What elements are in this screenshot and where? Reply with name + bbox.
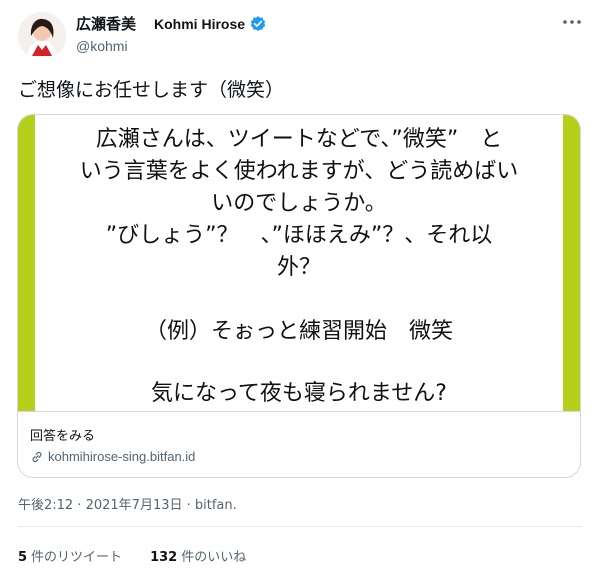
card-link[interactable]: kohmihirose-sing.bitfan.id	[30, 449, 195, 464]
avatar-icon	[18, 12, 66, 60]
author-handle[interactable]: @kohmi	[76, 38, 128, 54]
likes-count: 132	[150, 550, 178, 565]
card-image-line: いのでしょうか。	[211, 191, 387, 216]
divider	[18, 526, 582, 527]
author-name-jp[interactable]: 広瀬香美	[76, 13, 136, 34]
retweets-label: 件のリツイート	[31, 550, 123, 565]
author-name-row: 広瀬香美 Kohmi Hirose	[76, 13, 267, 34]
tweet-text: ご想像にお任せします（微笑）	[18, 79, 285, 101]
retweets-stat[interactable]: 5 件のリツイート	[18, 546, 122, 565]
link-icon	[32, 451, 42, 462]
card-image[interactable]: 広瀬さんは、ツイートなどで、”微笑” と いう言葉をよく使われますが、どう読めば…	[18, 115, 580, 411]
card-image-line: 広瀬さんは、ツイートなどで、”微笑” と	[95, 127, 503, 152]
card-image-line: 外？	[276, 255, 321, 280]
card-image-line: （例）そぉっと練習開始 微笑	[144, 319, 453, 344]
card-image-line: ”びしょう”？ 、”ほほえみ”？、それ以	[105, 223, 493, 248]
likes-stat[interactable]: 132 件のいいね	[150, 546, 246, 565]
retweets-count: 5	[18, 550, 28, 565]
link-card[interactable]: 広瀬さんは、ツイートなどで、”微笑” と いう言葉をよく使われますが、どう読めば…	[17, 114, 581, 478]
more-options-icon[interactable]	[560, 10, 584, 34]
likes-label: 件のいいね	[181, 550, 247, 565]
card-image-line: いう言葉をよく使われますが、どう読めばい	[79, 159, 519, 184]
card-title[interactable]: 回答をみる	[30, 425, 95, 444]
card-image-panel: 広瀬さんは、ツイートなどで、”微笑” と いう言葉をよく使われますが、どう読めば…	[35, 115, 563, 411]
avatar[interactable]	[18, 12, 66, 60]
card-meta[interactable]: 回答をみる kohmihirose-sing.bitfan.id	[18, 411, 580, 477]
author-name-en[interactable]: Kohmi Hirose	[154, 16, 245, 32]
tweet-timestamp[interactable]: 午後2:12 · 2021年7月13日 · bitfan.	[18, 494, 237, 513]
verified-badge-icon	[250, 15, 266, 31]
card-image-line: 気になって夜も寝られません?	[151, 381, 447, 406]
tweet-stats: 5 件のリツイート 132 件のいいね	[18, 546, 274, 565]
card-link-url[interactable]: kohmihirose-sing.bitfan.id	[48, 449, 195, 464]
